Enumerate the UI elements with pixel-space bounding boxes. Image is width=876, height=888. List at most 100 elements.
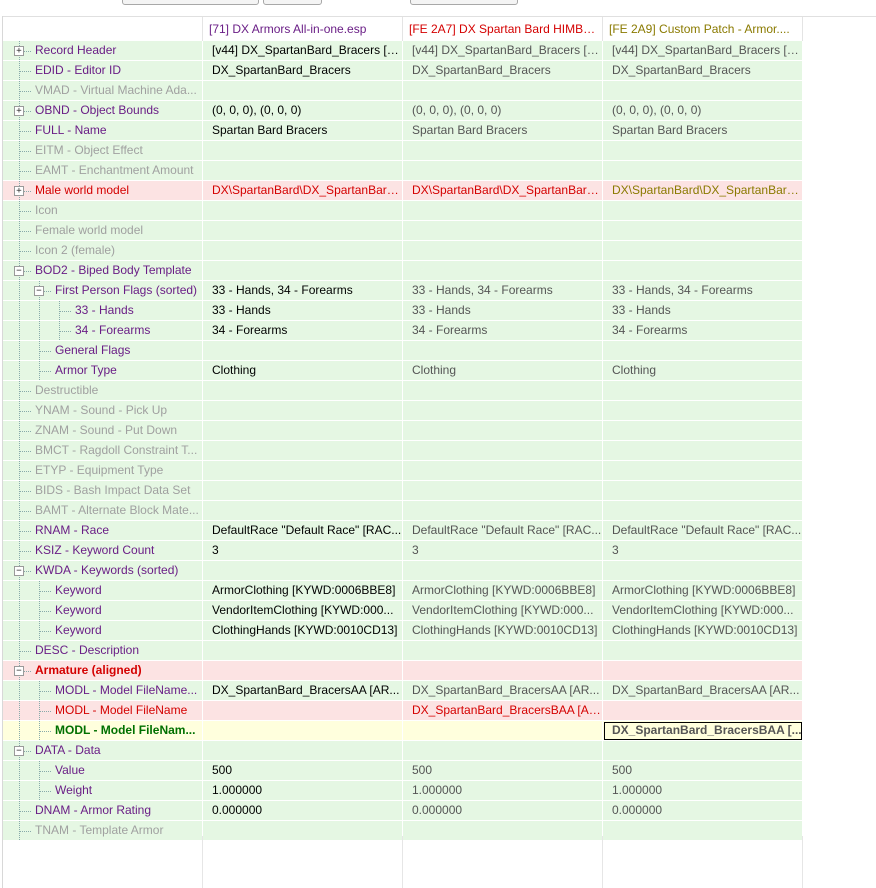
value-cell-plugin-1[interactable] bbox=[203, 741, 403, 761]
value-cell-plugin-2[interactable] bbox=[403, 221, 603, 241]
value-cell-plugin-3[interactable]: 3 bbox=[603, 541, 803, 561]
row-name-cell[interactable]: VMAD - Virtual Machine Ada... bbox=[3, 81, 203, 101]
value-cell-plugin-1[interactable] bbox=[203, 721, 403, 741]
row-name-cell[interactable]: − KWDA - Keywords (sorted) bbox=[3, 561, 203, 581]
value-cell-plugin-2[interactable]: 1.000000 bbox=[403, 781, 603, 801]
value-cell-plugin-1[interactable]: 34 - Forearms bbox=[203, 321, 403, 341]
row-name-cell[interactable]: Weight bbox=[3, 781, 203, 801]
collapse-icon[interactable]: − bbox=[14, 566, 24, 576]
row-name-cell[interactable]: Female world model bbox=[3, 221, 203, 241]
value-cell-plugin-1[interactable]: ArmorClothing [KYWD:0006BBE8] bbox=[203, 581, 403, 601]
row-name-cell[interactable]: Keyword bbox=[3, 581, 203, 601]
value-cell-plugin-1[interactable]: (0, 0, 0), (0, 0, 0) bbox=[203, 101, 403, 121]
expand-icon[interactable]: + bbox=[14, 186, 24, 196]
collapse-icon[interactable]: − bbox=[14, 266, 24, 276]
collapse-icon[interactable]: − bbox=[14, 666, 24, 676]
value-cell-plugin-3[interactable]: DX_SpartanBard_BracersBAA [... bbox=[603, 721, 803, 741]
value-cell-plugin-1[interactable]: VendorItemClothing [KYWD:000... bbox=[203, 601, 403, 621]
value-cell-plugin-1[interactable] bbox=[203, 421, 403, 441]
value-cell-plugin-3[interactable] bbox=[603, 641, 803, 661]
value-cell-plugin-1[interactable]: 33 - Hands, 34 - Forearms bbox=[203, 281, 403, 301]
value-cell-plugin-1[interactable]: DX_SpartanBard_Bracers bbox=[203, 61, 403, 81]
record-row[interactable]: EAMT - Enchantment Amount bbox=[3, 161, 876, 181]
value-cell-plugin-2[interactable] bbox=[403, 161, 603, 181]
row-name-cell[interactable]: EITM - Object Effect bbox=[3, 141, 203, 161]
toolbar-button[interactable] bbox=[410, 0, 518, 5]
row-name-cell[interactable]: RNAM - Race bbox=[3, 521, 203, 541]
row-name-cell[interactable]: − DATA - Data bbox=[3, 741, 203, 761]
row-name-cell[interactable]: Keyword bbox=[3, 601, 203, 621]
value-cell-plugin-1[interactable] bbox=[203, 161, 403, 181]
value-cell-plugin-2[interactable]: 0.000000 bbox=[403, 801, 603, 821]
row-name-cell[interactable]: EDID - Editor ID bbox=[3, 61, 203, 81]
value-cell-plugin-1[interactable] bbox=[203, 701, 403, 721]
record-row[interactable]: Icon bbox=[3, 201, 876, 221]
value-cell-plugin-1[interactable]: Clothing bbox=[203, 361, 403, 381]
value-cell-plugin-2[interactable]: DX_SpartanBard_Bracers bbox=[403, 61, 603, 81]
row-name-cell[interactable]: Icon 2 (female) bbox=[3, 241, 203, 261]
value-cell-plugin-1[interactable]: 1.000000 bbox=[203, 781, 403, 801]
value-cell-plugin-1[interactable]: Spartan Bard Bracers bbox=[203, 121, 403, 141]
row-name-cell[interactable]: YNAM - Sound - Pick Up bbox=[3, 401, 203, 421]
row-name-cell[interactable]: BIDS - Bash Impact Data Set bbox=[3, 481, 203, 501]
value-cell-plugin-3[interactable] bbox=[603, 441, 803, 461]
row-name-cell[interactable]: BMCT - Ragdoll Constraint T... bbox=[3, 441, 203, 461]
value-cell-plugin-2[interactable]: 34 - Forearms bbox=[403, 321, 603, 341]
value-cell-plugin-2[interactable] bbox=[403, 261, 603, 281]
value-cell-plugin-1[interactable]: 3 bbox=[203, 541, 403, 561]
value-cell-plugin-3[interactable]: (0, 0, 0), (0, 0, 0) bbox=[603, 101, 803, 121]
value-cell-plugin-3[interactable] bbox=[603, 741, 803, 761]
value-cell-plugin-2[interactable]: DefaultRace "Default Race" [RAC... bbox=[403, 521, 603, 541]
row-name-cell[interactable]: Keyword bbox=[3, 621, 203, 641]
value-cell-plugin-1[interactable] bbox=[203, 201, 403, 221]
value-cell-plugin-3[interactable] bbox=[603, 661, 803, 681]
value-cell-plugin-2[interactable]: ClothingHands [KYWD:0010CD13] bbox=[403, 621, 603, 641]
row-name-cell[interactable]: + OBND - Object Bounds bbox=[3, 101, 203, 121]
value-cell-plugin-1[interactable]: 33 - Hands bbox=[203, 301, 403, 321]
value-cell-plugin-2[interactable]: 500 bbox=[403, 761, 603, 781]
value-cell-plugin-2[interactable] bbox=[403, 381, 603, 401]
value-cell-plugin-2[interactable] bbox=[403, 741, 603, 761]
row-name-cell[interactable]: Destructible bbox=[3, 381, 203, 401]
record-row[interactable]: Keyword ClothingHands [KYWD:0010CD13] Clot… bbox=[3, 621, 876, 641]
value-cell-plugin-2[interactable] bbox=[403, 441, 603, 461]
toolbar-button[interactable] bbox=[263, 0, 322, 5]
value-cell-plugin-3[interactable] bbox=[603, 481, 803, 501]
collapse-icon[interactable]: − bbox=[14, 746, 24, 756]
record-row[interactable]: KSIZ - Keyword Count 3 3 3 bbox=[3, 541, 876, 561]
value-cell-plugin-3[interactable] bbox=[603, 221, 803, 241]
row-name-cell[interactable]: FULL - Name bbox=[3, 121, 203, 141]
value-cell-plugin-2[interactable]: 33 - Hands, 34 - Forearms bbox=[403, 281, 603, 301]
value-cell-plugin-3[interactable] bbox=[603, 161, 803, 181]
column-header-plugin-1[interactable]: [71] DX Armors All-in-one.esp bbox=[203, 17, 403, 41]
record-row[interactable]: − BOD2 - Biped Body Template bbox=[3, 261, 876, 281]
record-row[interactable]: MODL - Model FileName DX_SpartanBard_Brac… bbox=[3, 701, 876, 721]
value-cell-plugin-2[interactable] bbox=[403, 461, 603, 481]
value-cell-plugin-3[interactable] bbox=[603, 401, 803, 421]
value-cell-plugin-1[interactable]: DX_SpartanBard_BracersAA [AR... bbox=[203, 681, 403, 701]
record-row[interactable]: 33 - Hands 33 - Hands 33 - Hands 33 - Hands bbox=[3, 301, 876, 321]
value-cell-plugin-1[interactable] bbox=[203, 561, 403, 581]
record-row[interactable]: General Flags bbox=[3, 341, 876, 361]
value-cell-plugin-2[interactable]: 3 bbox=[403, 541, 603, 561]
row-name-cell[interactable]: + Record Header bbox=[3, 41, 203, 61]
value-cell-plugin-3[interactable] bbox=[603, 381, 803, 401]
value-cell-plugin-3[interactable]: [v44] DX_SpartanBard_Bracers [A... bbox=[603, 41, 803, 61]
record-row[interactable]: Keyword VendorItemClothing [KYWD:000... Ve… bbox=[3, 601, 876, 621]
expand-icon[interactable]: + bbox=[14, 106, 24, 116]
value-cell-plugin-3[interactable] bbox=[603, 261, 803, 281]
value-cell-plugin-1[interactable] bbox=[203, 481, 403, 501]
record-row[interactable]: YNAM - Sound - Pick Up bbox=[3, 401, 876, 421]
value-cell-plugin-3[interactable] bbox=[603, 81, 803, 101]
value-cell-plugin-2[interactable] bbox=[403, 561, 603, 581]
record-row[interactable]: FULL - Name Spartan Bard Bracers Spartan B… bbox=[3, 121, 876, 141]
expand-icon[interactable]: + bbox=[14, 46, 24, 56]
row-name-cell[interactable]: MODL - Model FileName... bbox=[3, 681, 203, 701]
record-row[interactable]: Keyword ArmorClothing [KYWD:0006BBE8] Armo… bbox=[3, 581, 876, 601]
record-row[interactable]: Icon 2 (female) bbox=[3, 241, 876, 261]
value-cell-plugin-2[interactable]: DX_SpartanBard_BracersBAA [AR... bbox=[403, 701, 603, 721]
value-cell-plugin-2[interactable] bbox=[403, 81, 603, 101]
value-cell-plugin-3[interactable]: 34 - Forearms bbox=[603, 321, 803, 341]
value-cell-plugin-2[interactable]: Spartan Bard Bracers bbox=[403, 121, 603, 141]
value-cell-plugin-2[interactable]: VendorItemClothing [KYWD:000... bbox=[403, 601, 603, 621]
